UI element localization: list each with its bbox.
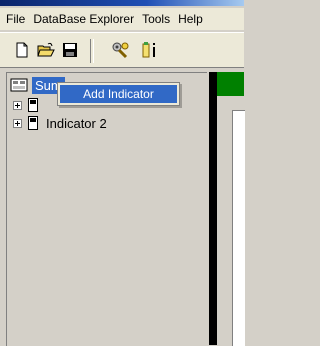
open-button[interactable] [36, 40, 56, 60]
tree-item[interactable]: Indicator 2 [7, 113, 107, 133]
tree-item-label[interactable]: Indicator 2 [46, 116, 107, 131]
database-icon [10, 78, 28, 92]
open-folder-icon [37, 42, 55, 57]
add-indicator-menu-item[interactable]: Add Indicator [60, 85, 177, 103]
right-header-bar [217, 72, 244, 96]
menu-bar: File DataBase Explorer Tools Help [0, 8, 244, 30]
menu-file[interactable]: File [0, 8, 29, 30]
tools-button[interactable] [110, 40, 130, 60]
menu-database-explorer[interactable]: DataBase Explorer [29, 8, 138, 30]
window-titlebar [0, 0, 244, 6]
indicator-node-icon [28, 98, 38, 112]
expand-icon[interactable] [13, 100, 22, 110]
menu-tools[interactable]: Tools [138, 8, 174, 30]
save-button[interactable] [60, 40, 80, 60]
indicator-button[interactable] [140, 40, 160, 60]
save-icon [63, 43, 77, 57]
expand-icon[interactable] [13, 118, 22, 128]
tree-panel: Sum Indicator 2 [6, 72, 207, 346]
toolbar [0, 32, 244, 68]
tools-icon [112, 42, 129, 59]
toolbar-separator [90, 39, 94, 63]
tree-item[interactable] [7, 95, 46, 115]
right-content-area [232, 110, 245, 346]
menu-help[interactable]: Help [174, 8, 207, 30]
splitter[interactable] [209, 72, 217, 345]
new-document-icon [16, 42, 28, 58]
indicator-node-icon [28, 116, 38, 130]
new-document-button[interactable] [12, 40, 32, 60]
context-menu: Add Indicator [57, 82, 180, 106]
indicator-icon [142, 42, 155, 58]
